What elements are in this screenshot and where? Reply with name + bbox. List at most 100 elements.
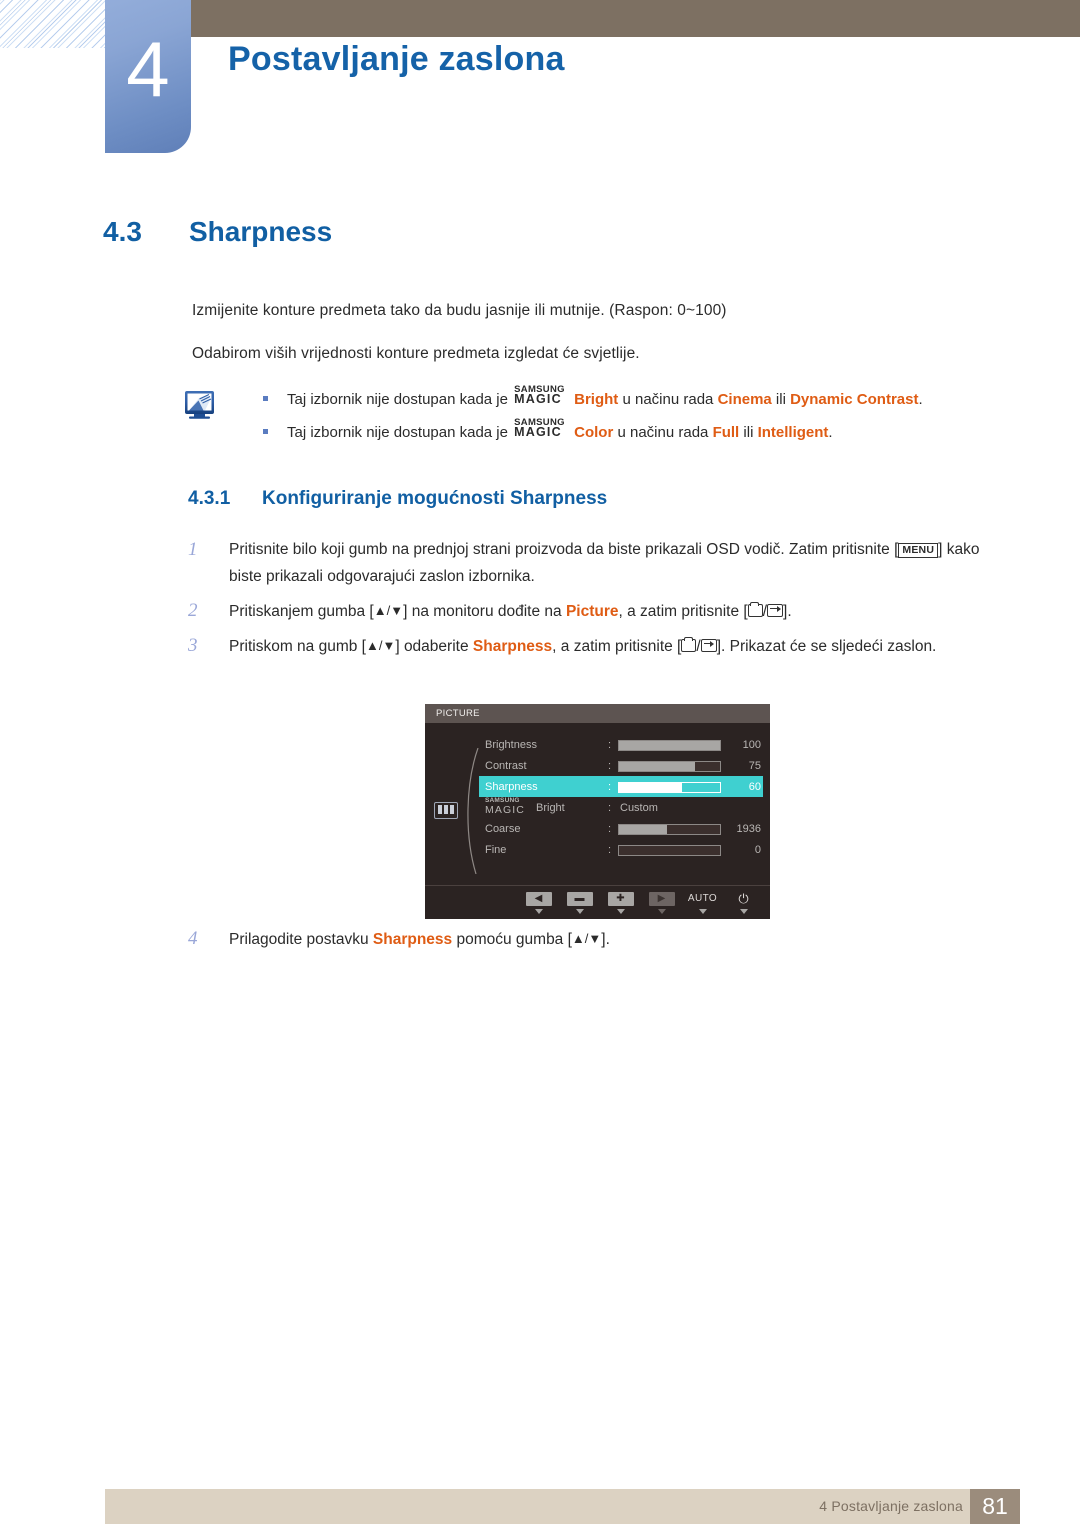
- osd-row-magicbright[interactable]: SAMSUNG MAGIC Bright : Custom: [485, 797, 765, 820]
- picture-settings-icon: [434, 802, 458, 819]
- osd-row-value: 100: [742, 739, 761, 751]
- left-arrow-icon: ◀: [525, 891, 552, 906]
- note-item: Taj izbornik nije dostupan kada je SAMSU…: [241, 417, 1001, 443]
- osd-magic-bottom-text: MAGIC: [485, 804, 525, 816]
- step-text-part4: ].: [783, 603, 792, 620]
- description-paragraph-2: Odabirom viših vrijednosti konture predm…: [192, 345, 640, 362]
- step-highlight-term: Sharpness: [372, 931, 453, 948]
- step-index: 4: [188, 928, 198, 949]
- note-text-end: .: [828, 424, 833, 441]
- bullet-icon: [263, 396, 268, 401]
- note-conj: ili: [771, 391, 791, 408]
- step-item: 1 Pritisnite bilo koji gumb na prednjoj s…: [188, 536, 1008, 590]
- osd-row-label: Fine: [485, 844, 507, 856]
- step-highlight-term: Picture: [565, 603, 619, 620]
- osd-row-label: Bright: [536, 802, 565, 814]
- step-text-part2: pomoću gumba [: [452, 931, 572, 948]
- osd-row-brightness[interactable]: Brightness : 100: [485, 736, 765, 757]
- right-arrow-icon: ▶: [648, 891, 675, 906]
- osd-minus-button[interactable]: ▬: [559, 891, 600, 914]
- osd-row-slider[interactable]: [618, 845, 721, 856]
- osd-title-bar: PICTURE: [425, 704, 770, 723]
- plus-icon: ✚: [607, 891, 634, 906]
- source-key-icon: [681, 636, 697, 652]
- step-text-part3: , a zatim pritisnite [: [618, 603, 748, 620]
- page-number: 81: [970, 1489, 1020, 1524]
- button-marker-icon: [698, 909, 707, 914]
- steps-list: 1 Pritisnite bilo koji gumb na prednjoj s…: [188, 536, 1008, 667]
- button-marker-icon: [534, 909, 543, 914]
- updown-arrows-glyph: ▲/▼: [571, 931, 602, 946]
- osd-left-arrow-button[interactable]: ◀: [518, 891, 559, 914]
- osd-row-contrast[interactable]: Contrast : 75: [485, 757, 765, 778]
- step-text-part4: ]. Prikazat će se sljedeći zaslon.: [716, 638, 937, 655]
- note-conj: ili: [739, 424, 758, 441]
- step-text-part1: Pritiskanjem gumba [: [229, 603, 374, 620]
- osd-row-label: Coarse: [485, 823, 521, 835]
- button-marker-icon: [616, 909, 625, 914]
- magic-bottom-text: MAGIC: [514, 425, 562, 439]
- header-brown-bar: [105, 0, 1080, 37]
- magic-bottom-text: MAGIC: [514, 392, 562, 406]
- step-text-part1: Prilagodite postavku: [229, 931, 373, 948]
- menu-key-badge: MENU: [898, 542, 939, 558]
- osd-plus-button[interactable]: ✚: [600, 891, 641, 914]
- step-highlight-term: Sharpness: [472, 638, 553, 655]
- osd-row-colon: :: [608, 823, 612, 835]
- hatch-decoration-overlay: [0, 0, 118, 48]
- enter-key-icon: [700, 639, 717, 652]
- note-term-2: Dynamic Contrast: [790, 391, 919, 408]
- note-text-prefix: Taj izbornik nije dostupan kada je: [287, 391, 513, 408]
- osd-row-sharpness[interactable]: Sharpness : 60: [479, 776, 765, 799]
- osd-row-colon: :: [608, 781, 612, 793]
- note-term-1: Cinema: [717, 391, 772, 408]
- osd-power-button[interactable]: ⏻: [723, 891, 764, 914]
- note-text-mid: u načinu rada: [613, 424, 713, 441]
- note-text-prefix: Taj izbornik nije dostupan kada je: [287, 424, 513, 441]
- step-text-part3: ].: [601, 931, 610, 948]
- osd-row-slider[interactable]: [618, 740, 721, 751]
- step-text-part2: ] odaberite: [395, 638, 473, 655]
- osd-auto-button[interactable]: AUTO: [682, 891, 723, 914]
- note-item: Taj izbornik nije dostupan kada je SAMSU…: [241, 384, 1001, 410]
- page-header: 4 Postavljanje zaslona: [0, 0, 1080, 170]
- osd-right-arrow-button[interactable]: ▶: [641, 891, 682, 914]
- note-text-end: .: [918, 391, 923, 408]
- osd-row-coarse[interactable]: Coarse : 1936: [485, 820, 765, 841]
- note-text-mid: u načinu rada: [618, 391, 718, 408]
- subsection-number: 4.3.1: [188, 488, 231, 509]
- step-index: 2: [188, 600, 198, 621]
- magic-suffix: Color: [574, 424, 614, 441]
- step-item: 4 Prilagodite postavku Sharpness pomoću g…: [188, 925, 1049, 953]
- osd-menu-rows: Brightness : 100 Contrast : 75 Sharpness…: [479, 736, 765, 862]
- osd-magic-top-text: SAMSUNG: [485, 797, 520, 804]
- step-item: 2 Pritiskanjem gumba [▲/▼] na monitoru do…: [188, 597, 1008, 625]
- osd-row-slider[interactable]: [618, 761, 721, 772]
- osd-row-label: Sharpness: [485, 781, 538, 793]
- osd-row-value: 0: [754, 844, 761, 856]
- osd-row-slider[interactable]: [618, 782, 721, 793]
- osd-row-slider[interactable]: [618, 824, 721, 835]
- osd-row-value: Custom: [620, 802, 658, 814]
- note-term-2: Intelligent: [757, 424, 829, 441]
- subsection-heading: 4.3.1 Konfiguriranje mogućnosti Sharpness: [188, 488, 607, 510]
- button-marker-icon: [739, 909, 748, 914]
- step-text-part1: Pritiskom na gumb [: [229, 638, 366, 655]
- osd-buttons: ◀ ▬ ✚ ▶ AUTO ⏻: [518, 891, 764, 914]
- subsection-title: Konfiguriranje mogućnosti Sharpness: [262, 488, 608, 509]
- step-index: 3: [188, 635, 198, 656]
- osd-row-colon: :: [608, 802, 612, 814]
- osd-row-fine[interactable]: Fine : 0: [485, 841, 765, 862]
- magic-suffix: Bright: [574, 391, 619, 408]
- updown-arrows-glyph: ▲/▼: [365, 638, 396, 653]
- osd-screenshot: PICTURE Brightness : 100 Contrast : 75 S…: [425, 704, 770, 919]
- button-marker-icon: [575, 909, 584, 914]
- osd-row-value: 1936: [736, 823, 761, 835]
- section-number: 4.3: [103, 216, 142, 247]
- osd-row-colon: :: [608, 760, 612, 772]
- auto-label: AUTO: [687, 892, 718, 904]
- chapter-number: 4: [126, 25, 170, 113]
- section-heading: 4.3 Sharpness: [103, 216, 332, 248]
- step-text-part3: , a zatim pritisnite [: [552, 638, 682, 655]
- minus-icon: ▬: [566, 891, 593, 906]
